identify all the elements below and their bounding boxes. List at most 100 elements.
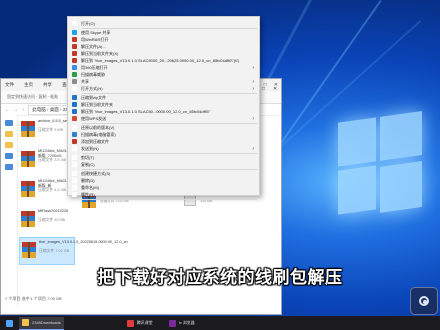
file-meta: 压缩文件 7.02 GB (100, 199, 129, 203)
menu-item-icon (72, 86, 77, 91)
tab-home[interactable]: 主页 (24, 82, 33, 88)
context-menu-item[interactable]: 属性(R) (68, 191, 259, 198)
rar-archive-icon (21, 121, 35, 137)
start-button[interactable] (3, 317, 16, 329)
ribbon-hint: 固定到快速访问 · 复制 · 粘贴 (7, 94, 59, 99)
back-icon[interactable]: ← (5, 107, 10, 112)
context-menu-item[interactable]: 添加到压缩文件 (68, 138, 259, 145)
context-menu-item[interactable]: 发送到(N) › (68, 145, 259, 152)
context-menu-item[interactable]: 复制(C) (68, 161, 259, 168)
menu-item-icon (72, 21, 77, 26)
context-menu-item[interactable]: 压缩到zip文件 (68, 94, 259, 101)
menu-item-icon (72, 178, 77, 183)
menu-item-label: 使用 Skype 共享 (81, 29, 111, 35)
context-menu-item[interactable]: 解压到当前文件夹 (68, 101, 259, 108)
context-menu-item[interactable]: 用360压缩打开 › (68, 64, 259, 71)
quick-access-icon[interactable] (5, 120, 13, 126)
app-icon (126, 319, 134, 327)
context-menu-item[interactable]: 解压到 "thor_images_V13.0.1.0.SLAC50...0000… (68, 108, 259, 115)
menu-item-label: 发送到(N) (81, 145, 99, 151)
context-menu-item[interactable]: 打开方式(H) › (68, 85, 259, 92)
menu-item-icon (72, 51, 77, 56)
video-caption: 把下载好对应系统的线刷包解压 (97, 268, 343, 287)
up-icon[interactable]: ↑ (22, 107, 24, 112)
menu-item-label: 创建快捷方式(S) (81, 170, 111, 176)
context-menu-item[interactable]: 扫描病毒(电脑管家) (68, 131, 259, 138)
context-menu-item[interactable]: 打开(O) (68, 20, 259, 27)
context-menu-item[interactable]: 用WinRAR打开 (68, 36, 259, 43)
menu-item-label: 删除(D) (81, 177, 95, 183)
this-pc-icon[interactable] (5, 153, 13, 159)
rar-archive-icon (22, 242, 36, 258)
context-menu-item[interactable]: 解压文件(A)... (68, 43, 259, 50)
tab-file[interactable]: 文件 (5, 82, 14, 88)
taskbar: 2345Downloads 腾讯课堂 lx 浏览器 (0, 316, 440, 330)
menu-item-icon (72, 155, 77, 160)
context-menu-item[interactable]: 删除(D) (68, 177, 259, 184)
file-meta: 压缩文件 7.02 GB (39, 249, 70, 253)
menu-item-label: 添加到压缩文件 (81, 138, 109, 144)
chevron-right-icon: › (252, 78, 254, 85)
context-menu-item[interactable]: 扫描病毒威胁 (68, 71, 259, 78)
menu-item-label: 属性(R) (81, 191, 95, 197)
context-menu-item[interactable]: 使用WPS发送 › (68, 115, 259, 122)
context-menu: 打开(O) 使用 Skype 共享 用WinRAR打开 解压文件(A)... 解压到当前… (67, 16, 260, 200)
chevron-right-icon: › (252, 64, 254, 71)
taskbar-item[interactable]: lx 浏览器 (166, 317, 198, 329)
folder-icon[interactable] (5, 131, 13, 137)
network-icon[interactable] (5, 164, 13, 170)
browser-icon (168, 319, 176, 327)
menu-item-label: 解压到 "thor_images_V13.0.1.0.SLAC50...0000… (81, 108, 211, 114)
folder-icon (22, 319, 29, 326)
menu-item-icon (72, 79, 77, 84)
menu-item-label: 打开方式(H) (81, 85, 103, 91)
menu-item-icon (72, 95, 77, 100)
menu-item-icon (72, 125, 77, 130)
menu-item-icon (72, 171, 77, 176)
menu-item-label: 复制(C) (81, 161, 95, 167)
menu-item-icon (72, 139, 77, 144)
tab-share[interactable]: 共享 (43, 82, 52, 88)
folder-icon[interactable] (5, 142, 13, 148)
chevron-right-icon: › (252, 145, 254, 152)
context-menu-item[interactable]: 使用 Skype 共享 (68, 29, 259, 36)
menu-item-icon (72, 58, 77, 63)
taskbar-item[interactable]: 腾讯课堂 (124, 317, 156, 329)
close-icon[interactable]: ✕ (273, 86, 277, 92)
file-name: MiFlash20210226 (38, 209, 69, 213)
menu-item-label: 打开(O) (81, 20, 95, 26)
menu-item-icon (72, 102, 77, 107)
context-menu-item[interactable]: 剪切(T) (68, 154, 259, 161)
context-menu-item[interactable]: 解压到 "thor_images_V13.0.1.0.SLAC5000_20..… (68, 57, 259, 64)
status-bar: 7 个项目 选中 1 个项目 7.05 GB (5, 296, 62, 301)
rar-archive-icon (21, 211, 35, 227)
record-button[interactable] (410, 287, 438, 315)
menu-item-label: 剪切(T) (81, 154, 95, 160)
menu-item-label: 解压文件(A)... (81, 43, 106, 49)
file-item[interactable]: MiFlash20210226 压缩文件 50 MB (19, 207, 75, 235)
taskbar-item-label: lx 浏览器 (178, 320, 195, 325)
file-item-selected[interactable]: thor_images_V13.0.1.0_20220615.0000.00_1… (19, 237, 128, 265)
context-menu-item[interactable]: 还原以前的版本(V) (68, 124, 259, 131)
menu-item-label: 解压到当前文件夹 (81, 101, 113, 107)
file-meta: 330 MB (200, 199, 213, 203)
menu-item-label: 重命名(M) (81, 184, 99, 190)
menu-item-icon (72, 65, 77, 70)
forward-icon[interactable]: → (14, 107, 19, 112)
rar-archive-icon (21, 151, 35, 167)
taskbar-item[interactable]: 2345Downloads (19, 316, 64, 330)
menu-item-icon (72, 162, 77, 167)
menu-item-label: 用360压缩打开 (81, 64, 108, 70)
menu-item-icon (72, 109, 77, 114)
menu-item-label: 还原以前的版本(V) (81, 124, 115, 130)
menu-separator (82, 198, 257, 200)
context-menu-item[interactable]: 共享 › (68, 78, 259, 85)
menu-item-icon (72, 192, 77, 197)
menu-item-label: 共享 (81, 78, 89, 84)
menu-item-icon (72, 37, 77, 42)
context-menu-item[interactable]: 创建快捷方式(S) (68, 170, 259, 177)
context-menu-item[interactable]: 解压到当前文件夹(X) (68, 50, 259, 57)
maximize-icon[interactable]: □ (262, 86, 265, 92)
chevron-right-icon: › (252, 85, 254, 92)
context-menu-item[interactable]: 重命名(M) (68, 184, 259, 191)
